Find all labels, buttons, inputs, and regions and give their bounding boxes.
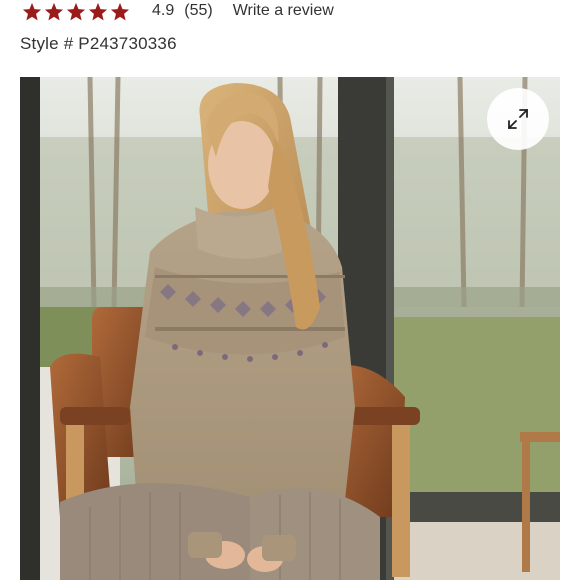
rating-value: 4.9	[152, 2, 175, 19]
star-icon	[22, 2, 42, 20]
style-number: Style # P243730336	[20, 34, 177, 53]
expand-arrows-icon	[508, 109, 528, 129]
product-page: 4.9 (55) Write a review Style # P2437303…	[0, 0, 580, 580]
star-icon	[88, 2, 108, 20]
product-photo	[20, 77, 560, 580]
review-count[interactable]: (55)	[184, 2, 212, 20]
product-image[interactable]	[20, 77, 560, 580]
star-rating	[22, 2, 130, 21]
star-icon	[44, 2, 64, 20]
expand-image-button[interactable]	[487, 88, 549, 150]
rating-row: 4.9 (55) Write a review	[22, 0, 334, 22]
star-icon	[66, 2, 86, 20]
star-icon	[110, 2, 130, 20]
write-review-link[interactable]: Write a review	[233, 2, 334, 20]
